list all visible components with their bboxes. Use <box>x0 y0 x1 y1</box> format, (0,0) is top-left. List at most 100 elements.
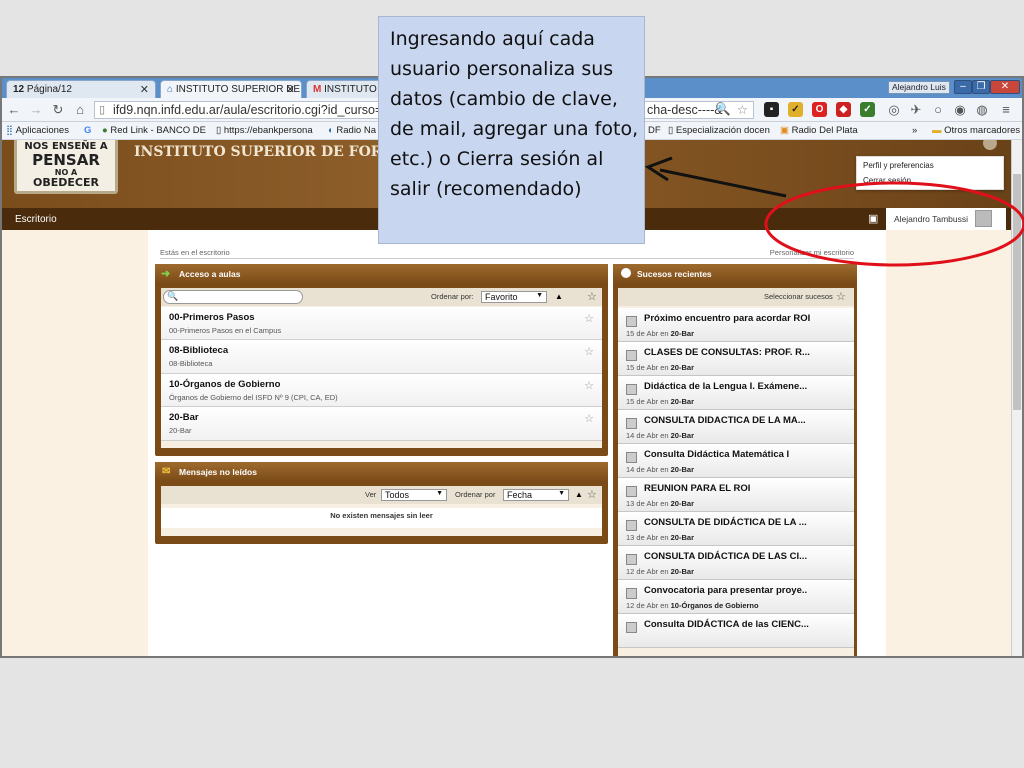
nav-escritorio[interactable]: Escritorio <box>15 214 57 225</box>
courses-panel-header: ➜ Acceso a aulas <box>155 264 608 284</box>
extension-check-icon[interactable]: ✓ <box>788 102 803 117</box>
bookmark-radio-del-plata[interactable]: ▣ Radio Del Plata <box>780 125 858 136</box>
event-row[interactable]: CONSULTA DE DIDÁCTICA DE LA ... 13 de Abr… <box>618 512 854 546</box>
event-icon <box>626 520 637 531</box>
favorite-star-icon[interactable]: ☆ <box>587 488 597 501</box>
forward-arrow-icon[interactable]: → <box>28 102 44 118</box>
course-row[interactable]: 20-Bar 20-Bar ☆ <box>161 407 602 441</box>
divider <box>160 258 854 259</box>
messages-panel: ✉ Mensajes no leídos Ver Todos ▼ Ordenar … <box>155 462 608 544</box>
course-row[interactable]: 08-Biblioteca 08-Biblioteca ☆ <box>161 340 602 374</box>
close-tab-icon[interactable]: ✕ <box>286 83 295 96</box>
arrow-right-icon: ➜ <box>161 268 171 280</box>
events-panel: Sucesos recientes Seleccionar sucesos ☆ … <box>613 264 857 656</box>
events-panel-header: Sucesos recientes <box>613 264 857 284</box>
select-events-link[interactable]: Seleccionar sucesos <box>764 292 833 301</box>
bookmark-radio-nacional[interactable]: ◐ Radio Na <box>328 125 376 136</box>
menu-item-logout[interactable]: Cerrar sesión <box>863 176 911 185</box>
course-row[interactable]: 10-Órganos de Gobierno Órganos de Gobier… <box>161 374 602 407</box>
no-messages-text: No existen mensajes sin leer <box>161 508 602 528</box>
search-icon: 🔍 <box>167 291 179 301</box>
extension-icon[interactable]: ◉ <box>952 102 968 118</box>
events-rows: Próximo encuentro para acordar ROI 15 de … <box>618 308 854 656</box>
events-list: Seleccionar sucesos ☆ Próximo encuentro … <box>618 288 854 656</box>
event-row[interactable]: Consulta Didáctica Matemática I 14 de Abr… <box>618 444 854 478</box>
home-icon[interactable]: ⌂ <box>72 102 88 118</box>
course-search-input[interactable]: 🔍 <box>163 290 303 304</box>
event-icon <box>626 418 637 429</box>
user-dropdown-menu: Perfil y preferencias Cerrar sesión <box>856 156 1004 190</box>
event-row[interactable]: Convocatoria para presentar proye.. 12 de… <box>618 580 854 614</box>
envelope-icon: ✉ <box>162 466 171 477</box>
bookmark-especializacion[interactable]: ▯ Especialización docen <box>668 125 770 136</box>
star-icon[interactable]: ☆ <box>584 345 594 358</box>
bookmark-redlink[interactable]: ● Red Link - BANCO DE <box>102 125 206 136</box>
extension-check-icon[interactable]: ✓ <box>860 102 875 117</box>
extension-icon[interactable]: ◎ <box>886 102 902 118</box>
reload-icon[interactable]: ↻ <box>50 102 66 118</box>
course-order-select[interactable]: Favorito ▼ <box>481 291 547 303</box>
tab-instituto[interactable]: ⌂ INSTITUTO SUPERIOR DE ✕ <box>160 80 302 98</box>
event-icon <box>626 486 637 497</box>
extension-icon[interactable]: ▪ <box>764 102 779 117</box>
back-arrow-icon[interactable]: ← <box>6 102 22 118</box>
messages-list: Ver Todos ▼ Ordenar por Fecha ▼ ▲ ☆ No exi… <box>161 486 602 536</box>
briefcase-icon[interactable]: ▣ <box>868 212 878 225</box>
close-window-button[interactable]: ✕ <box>990 80 1020 94</box>
page-icon: ▯ <box>99 104 106 116</box>
event-row[interactable]: Consulta DIDÁCTICA de las CIENC... <box>618 614 854 648</box>
messages-view-select[interactable]: Todos ▼ <box>381 489 447 501</box>
favorite-star-icon[interactable]: ☆ <box>587 290 597 303</box>
event-row[interactable]: REUNION PARA EL ROI 13 de Abr en 20-Bar <box>618 478 854 512</box>
favorite-star-icon[interactable]: ☆ <box>836 290 846 303</box>
event-row[interactable]: Didáctica de la Lengua I. Exámene... 15 d… <box>618 376 854 410</box>
event-row[interactable]: CONSULTA DIDÁCTICA DE LAS CI... 12 de Abr… <box>618 546 854 580</box>
course-row[interactable]: 00-Primeros Pasos 00-Primeros Pasos en e… <box>161 307 602 340</box>
breadcrumb: Estás en el escritorio <box>160 248 230 257</box>
apps-icon[interactable]: ⣿ Aplicaciones <box>6 125 69 136</box>
help-icon[interactable] <box>983 140 997 150</box>
page-background-left <box>2 230 148 656</box>
more-bookmarks-icon[interactable]: » <box>912 125 917 136</box>
opera-icon[interactable]: O <box>812 102 827 117</box>
bookmark-other[interactable]: ▬ Otros marcadores <box>932 125 1020 136</box>
maximize-button[interactable]: ❐ <box>972 80 990 94</box>
tab-pagina12[interactable]: 12 Página/12 ✕ <box>6 80 156 98</box>
event-row[interactable]: CONSULTA DIDACTICA DE LA MA... 14 de Abr … <box>618 410 854 444</box>
scrollbar-thumb[interactable] <box>1013 174 1021 410</box>
tab-instituto-gmail[interactable]: M INSTITUTO SU <box>306 80 386 98</box>
sort-asc-icon[interactable]: ▲ <box>575 490 583 499</box>
page-background-right <box>886 230 1011 656</box>
extension-icon[interactable]: ○ <box>930 102 946 118</box>
event-row[interactable]: Próximo encuentro para acordar ROI 15 de … <box>618 308 854 342</box>
customize-desktop-link[interactable]: Personalizar mi escritorio <box>770 248 854 257</box>
bookmark-df[interactable]: DF <box>648 125 661 136</box>
minimize-button[interactable]: – <box>954 80 972 94</box>
bookmark-ebank[interactable]: ▯ https://ebankpersona <box>216 125 313 136</box>
messages-order-select[interactable]: Fecha ▼ <box>503 489 569 501</box>
extension-icon[interactable]: ✈ <box>908 102 924 118</box>
menu-item-profile[interactable]: Perfil y preferencias <box>863 161 934 170</box>
site-logo[interactable]: NOS ENSEÑE A PENSAR NO A OBEDECER <box>14 140 118 194</box>
bookmark-star-icon[interactable]: ☆ <box>737 102 748 117</box>
google-icon[interactable]: G <box>84 125 91 136</box>
star-icon[interactable]: ☆ <box>584 412 594 425</box>
event-icon <box>626 588 637 599</box>
extension-icon[interactable]: ◍ <box>974 102 990 118</box>
user-badge[interactable]: Alejandro Luis <box>888 81 950 94</box>
event-row[interactable]: CLASES DE CONSULTAS: PROF. R... 15 de Abr… <box>618 342 854 376</box>
page-scrollbar[interactable] <box>1011 140 1022 656</box>
user-menu-button[interactable]: Alejandro Tambussi <box>886 208 1006 230</box>
close-tab-icon[interactable]: ✕ <box>140 83 149 96</box>
star-icon[interactable]: ☆ <box>584 312 594 325</box>
menu-icon[interactable]: ≡ <box>998 102 1014 118</box>
event-icon <box>626 622 637 633</box>
courses-filter-bar: 🔍 Ordenar por: Favorito ▼ ▲ ☆ <box>161 288 602 306</box>
star-icon[interactable]: ☆ <box>584 379 594 392</box>
events-filter-bar: Seleccionar sucesos ☆ <box>618 288 854 306</box>
event-icon <box>626 384 637 395</box>
sort-asc-icon[interactable]: ▲ <box>555 292 563 301</box>
zoom-icon[interactable]: 🔍 <box>715 102 731 117</box>
clock-icon <box>621 268 631 278</box>
extension-icon[interactable]: ◆ <box>836 102 851 117</box>
